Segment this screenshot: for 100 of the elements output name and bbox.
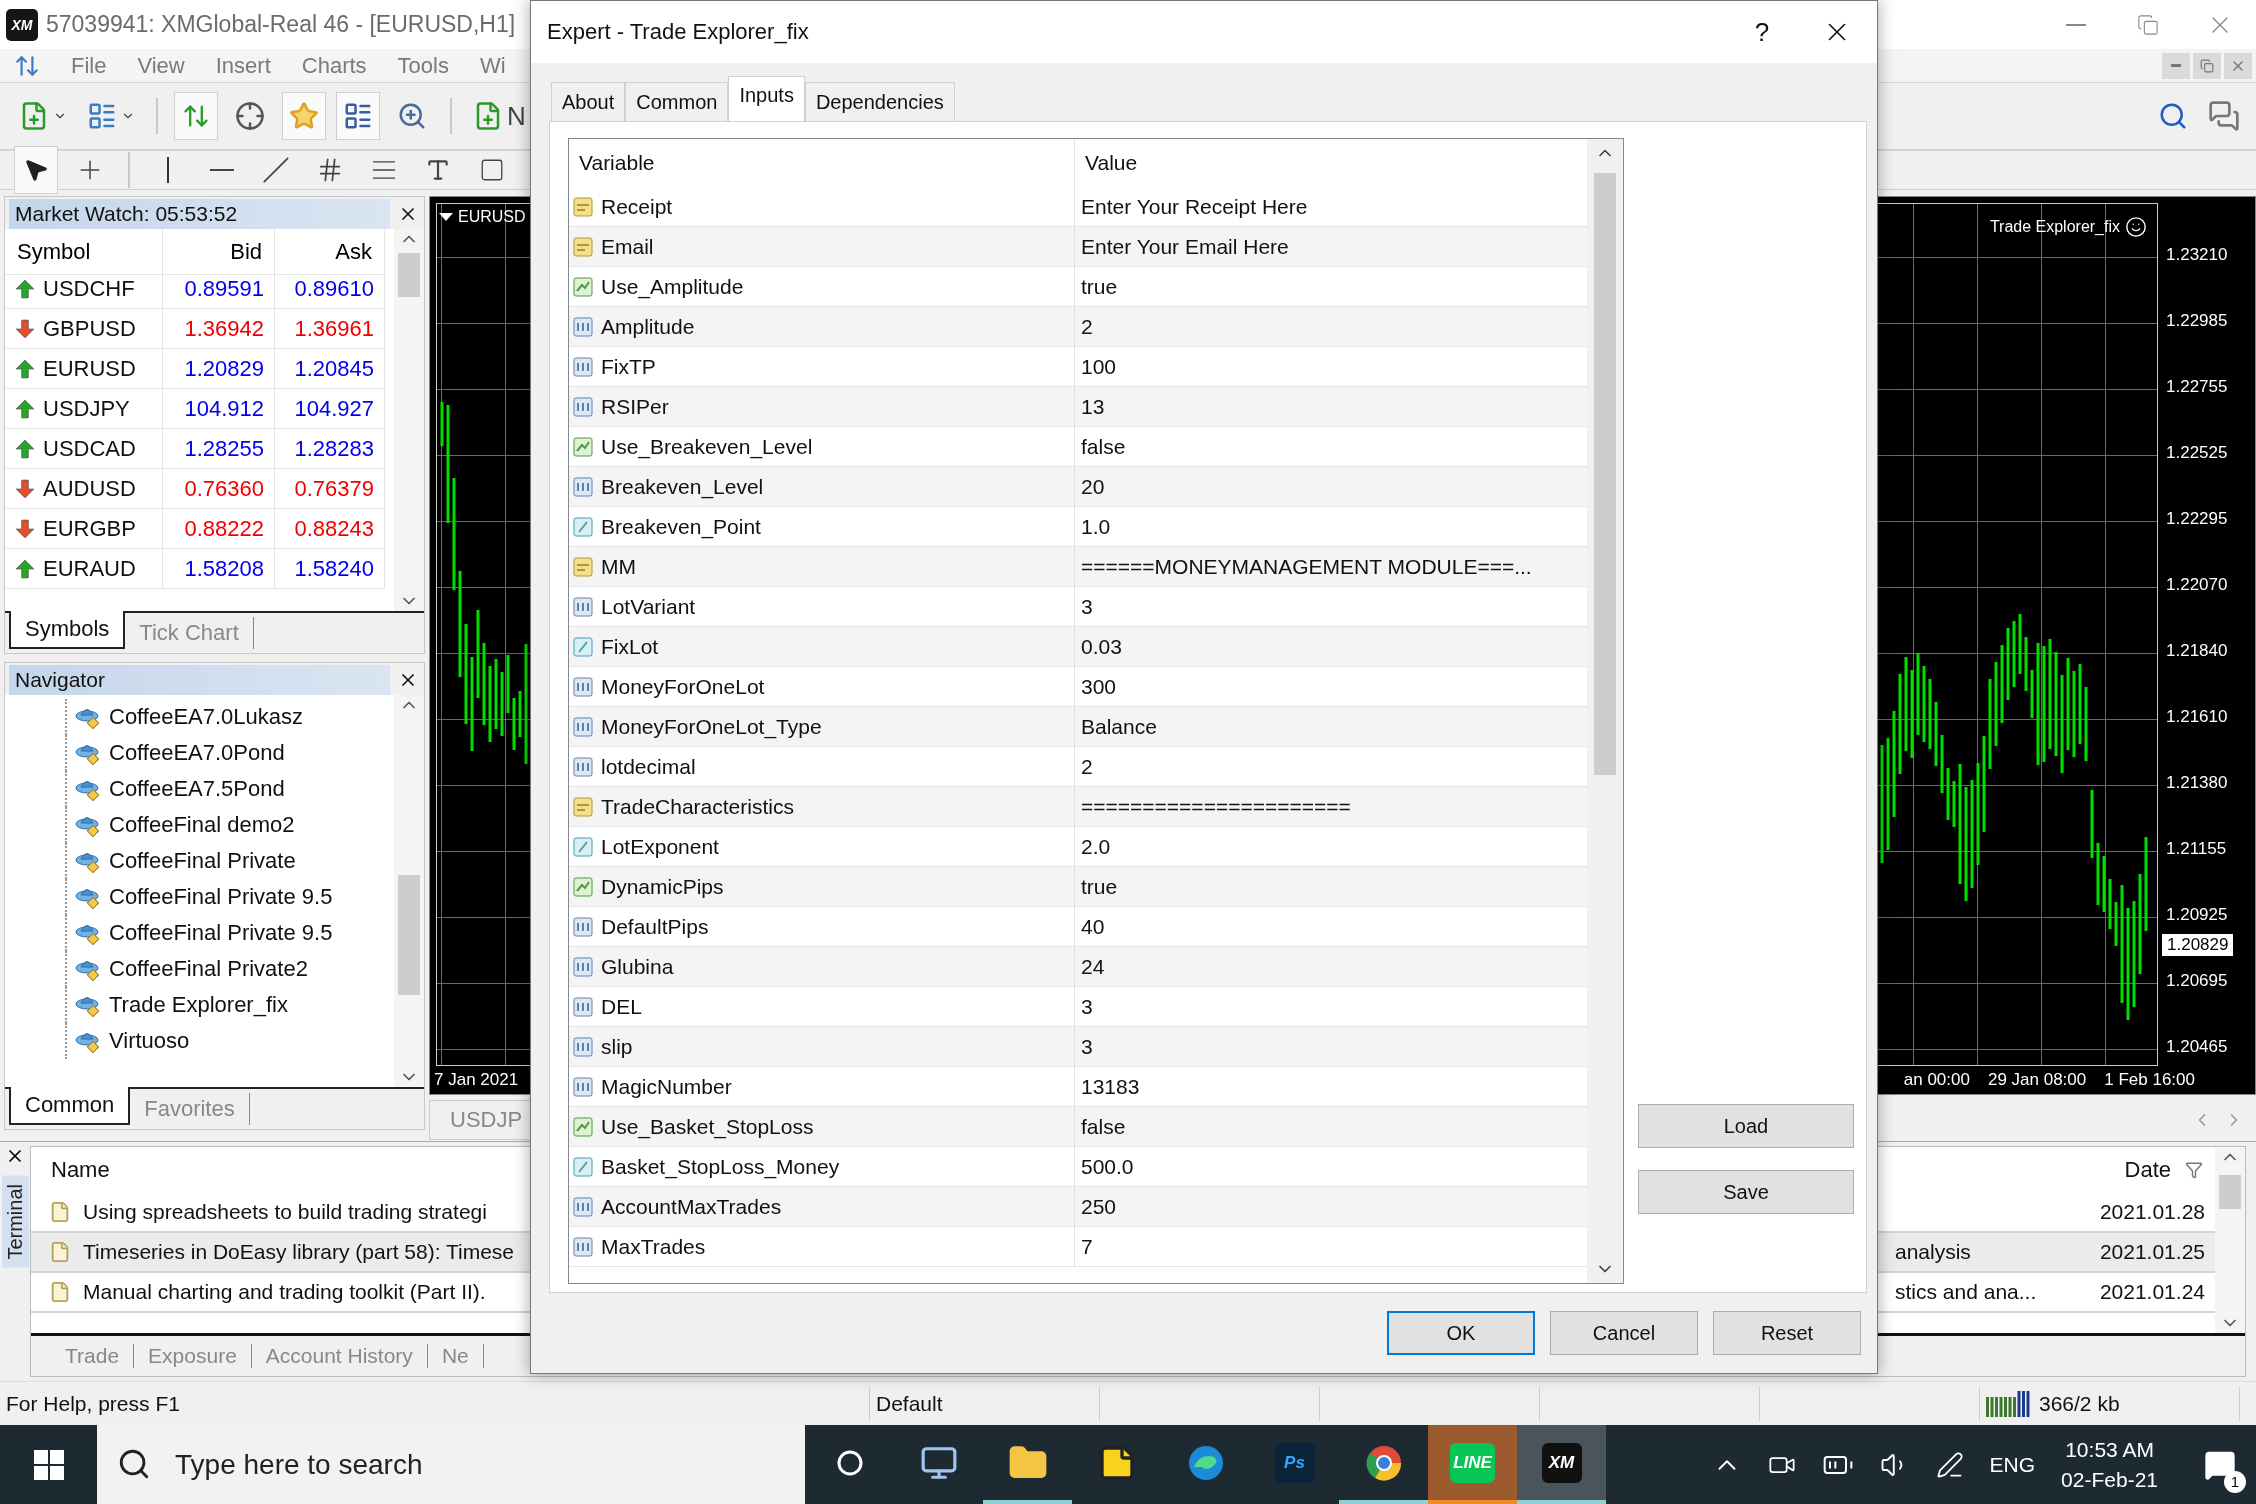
- value-cell[interactable]: 13: [1075, 387, 1587, 427]
- variable-cell[interactable]: slip: [569, 1027, 1075, 1067]
- variable-cell[interactable]: Use_Breakeven_Level: [569, 427, 1075, 467]
- filter-icon[interactable]: [2185, 1161, 2203, 1179]
- menu-item[interactable]: View: [137, 52, 185, 79]
- variable-cell[interactable]: Email: [569, 227, 1075, 267]
- decimal-type-icon: [573, 1156, 593, 1177]
- variable-cell[interactable]: Basket_StopLoss_Money: [569, 1147, 1075, 1187]
- variable-cell[interactable]: LotVariant: [569, 587, 1075, 627]
- variable-cell[interactable]: MoneyForOneLot: [569, 667, 1075, 707]
- variable-cell[interactable]: FixTP: [569, 347, 1075, 387]
- variable-cell[interactable]: FixLot: [569, 627, 1075, 667]
- value-cell[interactable]: ======================: [1075, 787, 1587, 827]
- variable-cell[interactable]: Breakeven_Point: [569, 507, 1075, 547]
- variable-cell[interactable]: DynamicPips: [569, 867, 1075, 907]
- menu-item[interactable]: Insert: [215, 52, 271, 79]
- variable-cell[interactable]: Amplitude: [569, 307, 1075, 347]
- panel-tab[interactable]: Common: [9, 1087, 131, 1125]
- scrollbar-thumb[interactable]: [2219, 1175, 2241, 1209]
- taskbar-app-button[interactable]: Ps: [1250, 1425, 1339, 1504]
- value-cell[interactable]: 3: [1075, 1027, 1587, 1067]
- column-header[interactable]: Ask: [275, 229, 385, 275]
- taskbar-app-button[interactable]: XM: [1517, 1425, 1606, 1504]
- value-cell[interactable]: 0.03: [1075, 627, 1587, 667]
- time-label: 7 Jan 2021: [434, 1070, 519, 1090]
- value-cell[interactable]: false: [1075, 1107, 1587, 1147]
- variable-cell[interactable]: MagicNumber: [569, 1067, 1075, 1107]
- price-label: 1.21840: [2166, 641, 2228, 661]
- column-header[interactable]: Bid: [163, 229, 275, 275]
- smiley-icon: [2125, 216, 2147, 238]
- column-header[interactable]: Value: [1075, 139, 1587, 187]
- variable-cell[interactable]: AccountMaxTrades: [569, 1187, 1075, 1227]
- variable-cell[interactable]: lotdecimal: [569, 747, 1075, 787]
- variable-cell[interactable]: Breakeven_Level: [569, 467, 1075, 507]
- terminal-button[interactable]: [336, 92, 380, 140]
- dialog-button[interactable]: Reset: [1713, 1311, 1861, 1355]
- variable-cell[interactable]: DefaultPips: [569, 907, 1075, 947]
- variable-cell[interactable]: Glubina: [569, 947, 1075, 987]
- variable-cell[interactable]: Receipt: [569, 187, 1075, 227]
- scrollbar[interactable]: [2215, 1147, 2245, 1333]
- variable-cell[interactable]: DEL: [569, 987, 1075, 1027]
- scrollbar-thumb[interactable]: [1594, 173, 1616, 775]
- app-logo: LINE: [1450, 1442, 1495, 1483]
- clock[interactable]: 10:53 AM 02-Feb-21: [2061, 1437, 2158, 1492]
- menu-item[interactable]: File: [71, 52, 107, 79]
- cursor-button[interactable]: [14, 146, 58, 194]
- pen-icon[interactable]: [1935, 1450, 1964, 1479]
- dialog-button[interactable]: OK: [1387, 1311, 1535, 1355]
- dialog-tab[interactable]: Dependencies: [804, 82, 955, 122]
- variable-name: MM: [601, 554, 636, 579]
- column-header[interactable]: Symbol: [5, 229, 163, 275]
- scrollbar[interactable]: [394, 695, 424, 1087]
- scrollbar[interactable]: [394, 229, 424, 611]
- scrollbar-thumb[interactable]: [398, 875, 420, 995]
- dialog-tab[interactable]: Common: [625, 82, 729, 122]
- scrollbar-thumb[interactable]: [398, 253, 420, 297]
- value-cell[interactable]: true: [1075, 867, 1587, 907]
- search-field[interactable]: Type here to search: [97, 1425, 805, 1504]
- scrollbar[interactable]: [1587, 139, 1623, 1283]
- dialog-button[interactable]: Cancel: [1550, 1311, 1698, 1355]
- menu-item[interactable]: Wi: [479, 52, 506, 79]
- value-cell[interactable]: ======MONEYMANAGEMENT MODULE===...: [1075, 547, 1587, 587]
- new-order-button[interactable]: N: [468, 94, 531, 138]
- date-cell: 2021.01.25: [2049, 1233, 2215, 1273]
- value-cell[interactable]: Balance: [1075, 707, 1587, 747]
- side-button[interactable]: Load: [1638, 1104, 1854, 1148]
- value-cell[interactable]: 20: [1075, 467, 1587, 507]
- dialog-tab[interactable]: About: [551, 82, 626, 122]
- minimize-button[interactable]: [2162, 52, 2190, 79]
- variable-cell[interactable]: MoneyForOneLot_Type: [569, 707, 1075, 747]
- column-header[interactable]: Date: [2049, 1147, 2215, 1193]
- chat-icon[interactable]: [2208, 100, 2240, 132]
- menu-item[interactable]: Tools: [397, 52, 449, 79]
- dialog-tab[interactable]: Inputs: [728, 76, 805, 122]
- variable-cell[interactable]: Use_Basket_StopLoss: [569, 1107, 1075, 1147]
- help-button[interactable]: ?: [1727, 15, 1797, 49]
- variable-cell[interactable]: MaxTrades: [569, 1227, 1075, 1267]
- search-icon[interactable]: [2158, 101, 2188, 131]
- variable-name: Use_Basket_StopLoss: [601, 1114, 814, 1139]
- variable-cell[interactable]: Use_Amplitude: [569, 267, 1075, 307]
- variable-cell[interactable]: LotExponent: [569, 827, 1075, 867]
- side-button[interactable]: Save: [1638, 1170, 1854, 1214]
- value-cell[interactable]: 2: [1075, 307, 1587, 347]
- menu-item[interactable]: Charts: [301, 52, 367, 79]
- language-indicator[interactable]: ENG: [1989, 1452, 2036, 1477]
- window-title: 57039941: XMGlobal-Real 46 - [EURUSD,H1]: [46, 11, 516, 38]
- value-cell[interactable]: 250: [1075, 1187, 1587, 1227]
- restore-button[interactable]: [2193, 52, 2221, 79]
- variable-cell[interactable]: MM: [569, 547, 1075, 587]
- integer-type-icon: [573, 316, 593, 337]
- variable-cell[interactable]: TradeCharacteristics: [569, 787, 1075, 827]
- value-cell[interactable]: Enter Your Email Here: [1075, 227, 1587, 267]
- integer-type-icon: [573, 716, 593, 737]
- panel-tab[interactable]: Symbols: [9, 611, 126, 649]
- integer-type-icon: [573, 756, 593, 777]
- variable-name: slip: [601, 1034, 633, 1059]
- variable-cell[interactable]: RSIPer: [569, 387, 1075, 427]
- market-watch-button[interactable]: [174, 92, 218, 140]
- bid-cell: 104.912: [163, 389, 275, 429]
- value-cell[interactable]: 24: [1075, 947, 1587, 987]
